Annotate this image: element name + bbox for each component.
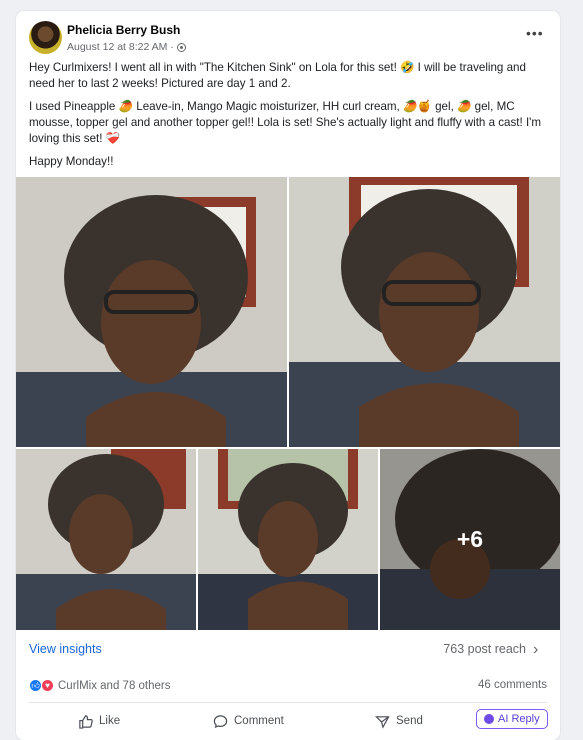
send-label: Send xyxy=(396,715,423,727)
photo-5-more[interactable]: +6 xyxy=(380,449,560,630)
action-divider xyxy=(29,702,547,703)
photo-grid: +6 xyxy=(16,177,560,630)
photo-1[interactable] xyxy=(16,177,287,447)
ai-reply-button[interactable]: AI Reply xyxy=(476,709,548,729)
more-options-icon[interactable]: ••• xyxy=(526,26,544,40)
thumbs-up-icon xyxy=(79,714,93,729)
post-paragraph: Hey Curlmixers! I went all in with "The … xyxy=(29,61,526,90)
photo-3[interactable] xyxy=(16,449,196,630)
post-paragraph: I used Pineapple 🥭 Leave-in, Mango Magic… xyxy=(29,100,542,145)
comment-button[interactable]: Comment xyxy=(213,711,284,731)
send-button[interactable]: Send xyxy=(375,711,423,731)
post-text: Hey Curlmixers! I went all in with "The … xyxy=(29,60,549,177)
author-name[interactable]: Phelicia Berry Bush xyxy=(67,23,180,37)
author-avatar[interactable] xyxy=(29,21,62,54)
chevron-right-icon[interactable]: › xyxy=(533,641,538,659)
meta-separator: · xyxy=(170,41,174,53)
photo-4[interactable] xyxy=(198,449,378,630)
ai-sparkle-icon xyxy=(484,714,494,724)
view-insights-link[interactable]: View insights xyxy=(29,642,102,656)
reactions-summary[interactable]: 👍︎ ♥ CurlMix and 78 others xyxy=(29,679,171,692)
post-header: Phelicia Berry Bush August 12 at 8:22 AM… xyxy=(16,11,560,57)
comments-count[interactable]: 46 comments xyxy=(478,679,547,691)
post-reach: 763 post reach xyxy=(443,642,526,656)
comment-bubble-icon xyxy=(213,714,228,728)
post-meta: August 12 at 8:22 AM · xyxy=(67,41,186,53)
reactions-label: CurlMix and 78 others xyxy=(58,679,171,692)
more-photos-count[interactable]: +6 xyxy=(380,449,560,630)
like-button[interactable]: Like xyxy=(78,711,120,731)
love-reaction-icon: ♥ xyxy=(41,679,54,692)
ai-reply-label: AI Reply xyxy=(498,713,540,725)
send-icon xyxy=(375,715,390,729)
post-paragraph: Happy Monday!! xyxy=(29,155,114,168)
post-card: Phelicia Berry Bush August 12 at 8:22 AM… xyxy=(16,11,560,740)
comment-label: Comment xyxy=(234,715,284,727)
post-timestamp[interactable]: August 12 at 8:22 AM xyxy=(67,41,167,53)
like-label: Like xyxy=(99,715,121,727)
globe-icon xyxy=(176,42,186,52)
photo-2[interactable] xyxy=(289,177,560,447)
